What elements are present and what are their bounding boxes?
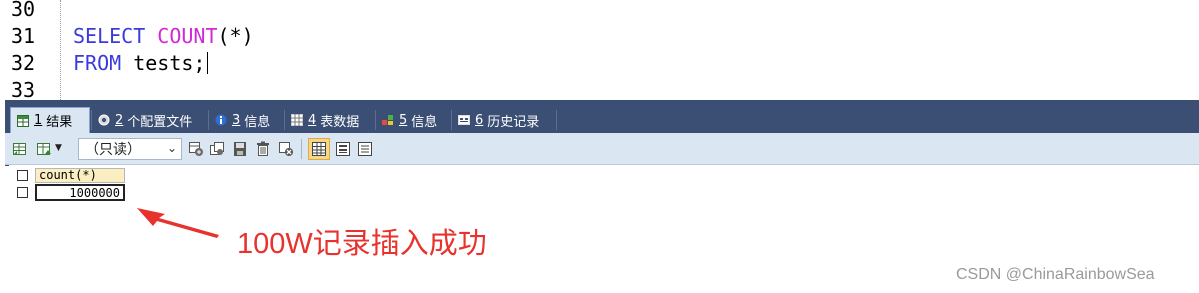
info-icon: [215, 114, 227, 126]
history-icon: [458, 114, 470, 126]
count-args: (*): [217, 24, 254, 48]
gutter-divider: [60, 0, 62, 100]
tab-table-data[interactable]: 4 表数据: [285, 107, 366, 133]
annotation-arrow: [137, 208, 219, 238]
tab-history[interactable]: 6 历史记录: [452, 107, 546, 133]
tab-number: 5: [399, 112, 408, 128]
tab-results[interactable]: 1 结果: [10, 107, 90, 133]
table-name: tests;: [133, 51, 206, 75]
watermark: CSDN @ChinaRainbowSea: [956, 266, 1155, 283]
keyword-from: FROM: [73, 51, 122, 75]
export-icon[interactable]: [12, 141, 28, 157]
code-line-31[interactable]: SELECT COUNT(*): [73, 23, 254, 50]
result-tabs: 1 结果 2 个配置文件 3 信息 4 表数据 5 信息 6 历史记录: [5, 104, 1199, 133]
chevron-down-icon: ⌄: [166, 141, 177, 155]
result-toolbar: ▼ （只读） ⌄: [5, 133, 1199, 165]
form-view-icon[interactable]: [335, 141, 351, 157]
tab-label: 信息: [244, 114, 271, 130]
tab-number: 3: [232, 112, 241, 128]
code-line-32[interactable]: FROM tests;: [73, 50, 209, 77]
tab-number: 6: [475, 112, 484, 128]
delete-icon[interactable]: [255, 141, 271, 157]
add-row-icon[interactable]: [188, 141, 204, 157]
select-value: （只读）: [85, 142, 141, 158]
text-caret: [207, 52, 209, 74]
line-number: 32: [11, 51, 36, 75]
keyword-select: SELECT: [73, 24, 146, 48]
tab-divider: [556, 110, 557, 130]
row-checkbox[interactable]: [17, 187, 28, 198]
select-all-checkbox[interactable]: [17, 170, 28, 181]
tab-info[interactable]: 3 信息: [209, 107, 277, 133]
annotation-text: 100W记录插入成功: [237, 228, 487, 260]
tab-label: 信息: [411, 114, 438, 130]
line-number-gutter: 30 31 32 33: [0, 0, 58, 100]
cancel-changes-icon[interactable]: [278, 141, 294, 157]
chevron-down-icon[interactable]: ▼: [55, 143, 65, 153]
import-icon[interactable]: [36, 141, 52, 157]
tab-number: 1: [34, 113, 43, 128]
tab-info-tree[interactable]: 5 信息: [376, 107, 444, 133]
profile-icon: [98, 114, 110, 126]
column-header[interactable]: count(*): [35, 168, 125, 183]
tab-number: 2: [115, 112, 124, 128]
tab-label: 历史记录: [487, 114, 540, 130]
tab-label: 结果: [46, 115, 73, 130]
result-mode-select[interactable]: （只读） ⌄: [78, 138, 182, 160]
line-number: 31: [11, 24, 36, 48]
text-view-icon[interactable]: [357, 141, 373, 157]
sql-editor[interactable]: 30 31 32 33 SELECT COUNT(*) FROM tests;: [0, 0, 1199, 100]
info-tree-icon: [382, 114, 394, 126]
function-count: COUNT: [157, 24, 218, 48]
line-number: 33: [11, 78, 36, 100]
result-table-icon: [17, 114, 29, 127]
tab-label: 表数据: [320, 114, 360, 130]
tab-number: 4: [308, 112, 317, 128]
save-icon[interactable]: [232, 141, 248, 157]
grid-view-icon[interactable]: [308, 138, 330, 160]
tab-profile[interactable]: 2 个配置文件: [92, 107, 199, 133]
toolbar-divider: [301, 139, 302, 159]
tab-label: 个配置文件: [127, 114, 193, 130]
line-number: 30: [11, 0, 36, 21]
table-cell[interactable]: 1000000: [35, 184, 125, 201]
table-data-icon: [291, 114, 303, 126]
duplicate-row-icon[interactable]: [209, 141, 225, 157]
